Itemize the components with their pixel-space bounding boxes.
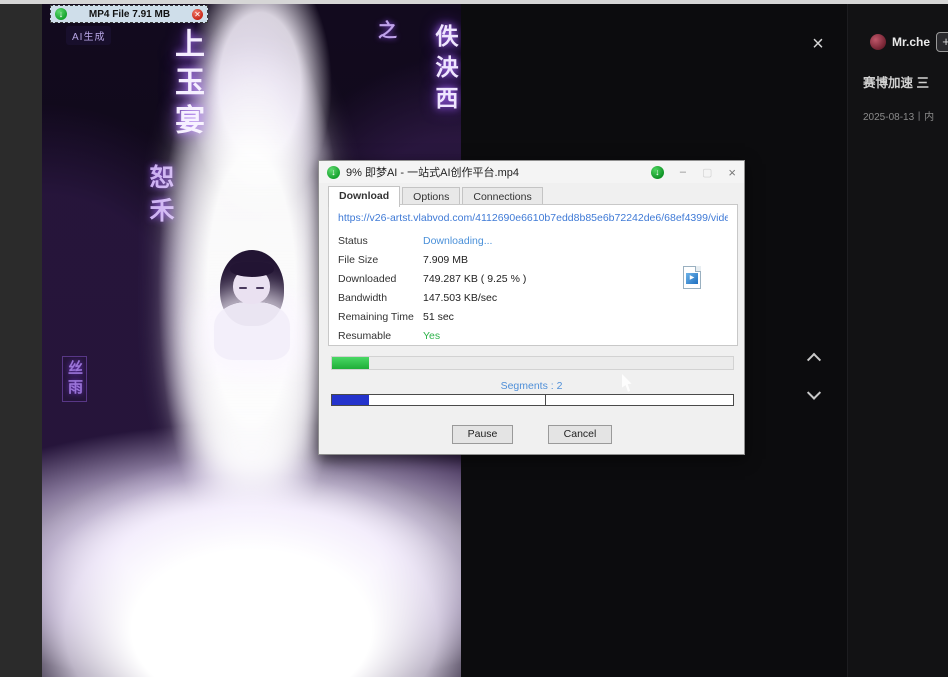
field-value: 7.909 MB	[423, 254, 468, 266]
info-row-status: Status Downloading...	[338, 231, 728, 250]
field-label: Status	[338, 235, 423, 247]
username: Mr.che	[892, 35, 930, 49]
video-file-icon: ▶	[683, 266, 701, 289]
segments-label: Segments : 2	[319, 380, 744, 392]
idm-floating-tab[interactable]: ↓ MP4 File 7.91 MB ✕	[50, 5, 208, 23]
girl-eye	[256, 287, 264, 289]
field-value: 51 sec	[423, 311, 454, 323]
field-label: Remaining Time	[338, 311, 423, 323]
download-url-link[interactable]: https://v26-artst.vlabvod.com/4112690e66…	[338, 212, 728, 224]
download-status-icon: ↓	[651, 166, 664, 179]
minimize-button[interactable]: –	[680, 166, 686, 178]
ai-generated-badge: AI生成	[66, 26, 111, 45]
field-label: Downloaded	[338, 273, 423, 285]
close-button[interactable]: ×	[728, 165, 736, 180]
maximize-button[interactable]: ▢	[702, 166, 712, 179]
floating-tab-label: MP4 File 7.91 MB	[67, 9, 192, 20]
info-row-remaining: Remaining Time 51 sec	[338, 307, 728, 326]
post-title: 赛博加速 三	[863, 72, 929, 91]
info-row-resumable: Resumable Yes	[338, 326, 728, 345]
lightbox-close-icon[interactable]: ×	[806, 32, 830, 56]
dialog-titlebar[interactable]: ↓ 9% 即梦AI - 一站式AI创作平台.mp4 ↓ – ▢ ×	[319, 161, 744, 183]
field-label: Resumable	[338, 330, 423, 342]
field-value: Yes	[423, 330, 440, 342]
info-row-bandwidth: Bandwidth 147.503 KB/sec	[338, 288, 728, 307]
tab-download[interactable]: Download	[328, 186, 400, 207]
girl-body	[214, 302, 290, 360]
segments-bar	[331, 394, 734, 406]
neon-sign-text: 丝雨	[62, 356, 87, 402]
info-row-filesize: File Size 7.909 MB	[338, 250, 728, 269]
idm-download-dialog: ↓ 9% 即梦AI - 一站式AI创作平台.mp4 ↓ – ▢ × Downlo…	[318, 160, 745, 455]
girl-bangs	[230, 262, 274, 277]
field-value: Downloading...	[423, 235, 492, 247]
cancel-button[interactable]: Cancel	[548, 425, 612, 444]
segments-fill	[332, 395, 369, 405]
download-info-panel: https://v26-artst.vlabvod.com/4112690e66…	[328, 204, 738, 346]
info-row-downloaded: Downloaded 749.287 KB ( 9.25 % )	[338, 269, 728, 288]
chevron-up-icon[interactable]	[809, 352, 825, 368]
neon-sign-text: 佚泱西	[428, 24, 461, 117]
pause-button[interactable]: Pause	[452, 425, 513, 444]
dialog-title: 9% 即梦AI - 一站式AI创作平台.mp4	[346, 164, 519, 180]
field-label: File Size	[338, 254, 423, 266]
user-row[interactable]: Mr.che	[870, 34, 930, 50]
right-sidebar: Mr.che + 赛博加速 三 2025-08-13丨内	[847, 4, 948, 677]
idm-logo-icon: ↓	[327, 166, 340, 179]
idm-logo-icon: ↓	[55, 8, 67, 20]
post-date-meta: 2025-08-13丨内	[863, 108, 934, 123]
field-label: Bandwidth	[338, 292, 423, 304]
neon-sign-text: 之	[372, 20, 399, 47]
field-value: 749.287 KB ( 9.25 % )	[423, 273, 526, 285]
avatar	[870, 34, 886, 50]
girl-eye	[239, 287, 247, 289]
field-value: 147.503 KB/sec	[423, 292, 497, 304]
screen: 上玉宴 恕禾 佚泱西 之 丝雨 AI生成 ↓ MP4 File 7.91 MB …	[0, 0, 948, 677]
left-gutter	[0, 4, 42, 677]
segment-divider	[545, 395, 546, 405]
download-progress-bar	[331, 356, 734, 370]
chevron-down-icon[interactable]	[809, 392, 825, 408]
follow-plus-button[interactable]: +	[936, 32, 948, 52]
download-progress-fill	[332, 357, 369, 369]
floating-tab-close-icon[interactable]: ✕	[192, 9, 203, 20]
